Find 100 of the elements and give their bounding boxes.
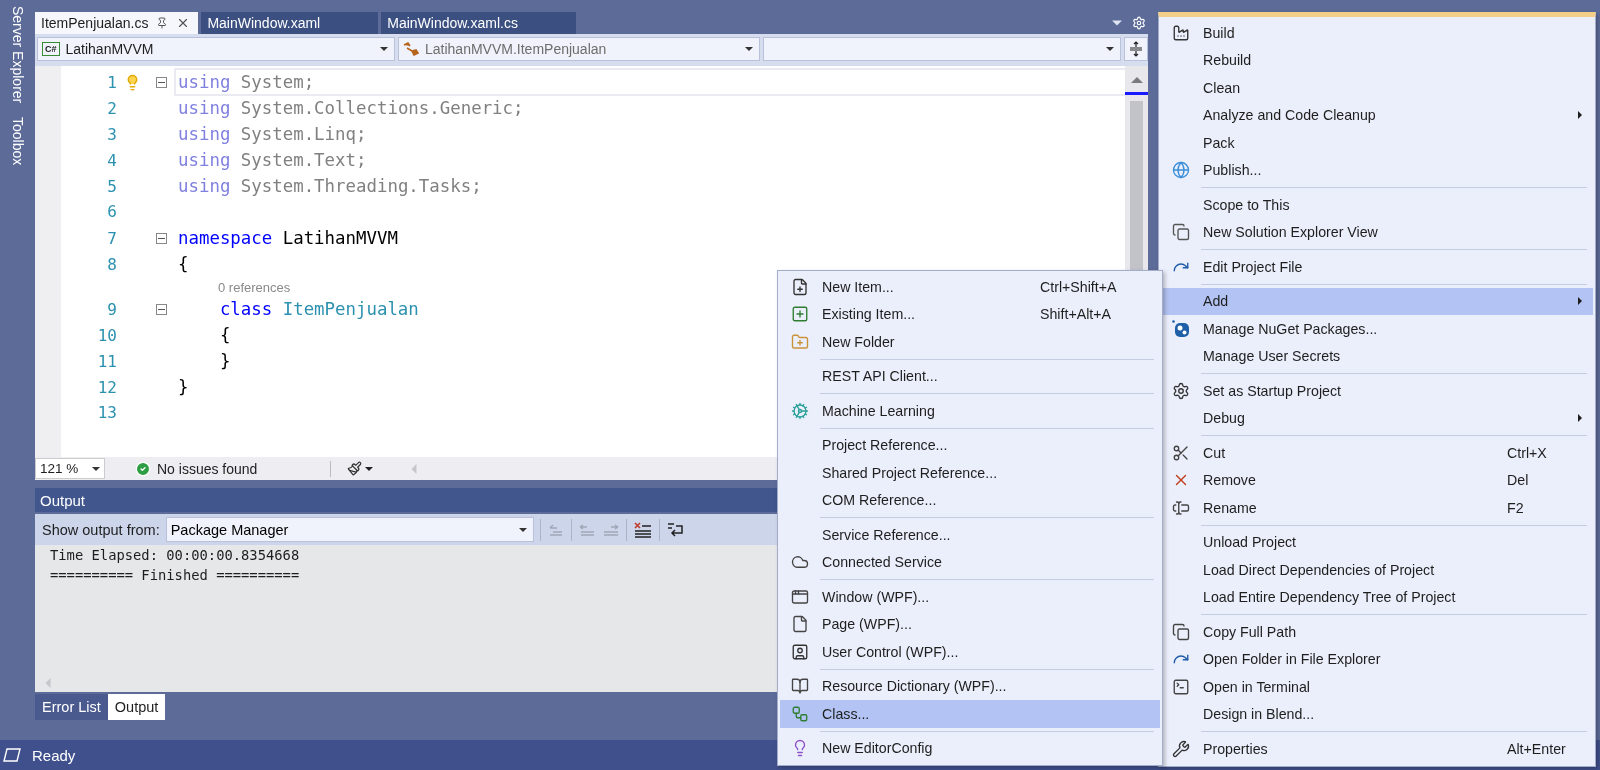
side-tab[interactable]: Toolbox [9, 117, 26, 166]
panel-title: Output [40, 491, 86, 509]
word-wrap-icon[interactable] [665, 520, 686, 539]
zoom-dropdown[interactable]: 121 % [35, 458, 105, 479]
cleanup-button[interactable] [345, 461, 375, 476]
csharp-badge: C# [42, 42, 60, 56]
menu-item[interactable]: Project Reference... [780, 431, 1160, 459]
menu-item[interactable]: Publish... [1161, 156, 1593, 184]
menu-item[interactable]: Existing Item... Shift+Alt+A [780, 300, 1160, 328]
split-button[interactable] [1124, 37, 1148, 61]
menu-item[interactable]: Pack [1161, 129, 1593, 157]
submenu-arrow-icon [1576, 297, 1584, 306]
frame-icon [2, 747, 22, 763]
menu-item[interactable]: Cut Ctrl+X [1161, 439, 1593, 467]
menu-item[interactable]: Service Reference... [780, 521, 1160, 549]
side-tab[interactable]: Server Explorer [9, 6, 26, 104]
gear-icon [1172, 381, 1190, 400]
menu-item[interactable]: Scope to This [1161, 191, 1593, 219]
file-plus-icon [791, 277, 809, 296]
folder-plus-icon [791, 332, 809, 351]
menu-item[interactable]: New Item... Ctrl+Shift+A [780, 273, 1160, 301]
menu-item[interactable]: Remove Del [1161, 466, 1593, 494]
menu-item[interactable]: Load Entire Dependency Tree of Project [1161, 583, 1593, 611]
code-line: using System.Linq; [177, 123, 367, 146]
code-line: { [177, 253, 189, 276]
caret-icon [380, 45, 388, 53]
line-number: 9 [106, 299, 117, 319]
line-number: 8 [106, 254, 117, 274]
menu-item[interactable]: Load Direct Dependencies of Project [1161, 556, 1593, 584]
menu-item[interactable]: Edit Project File [1161, 253, 1593, 281]
code-line: using System.Text; [177, 149, 367, 172]
line-number: 13 [96, 402, 117, 422]
document-tab[interactable]: MainWindow.xaml [201, 12, 379, 34]
menu-item[interactable]: New Folder [780, 328, 1160, 356]
split-icon [1129, 41, 1143, 57]
menu-item[interactable]: New EditorConfig [780, 734, 1160, 762]
menu-item[interactable]: Design in Blend... [1161, 700, 1593, 728]
code-line: } [177, 376, 189, 399]
menu-item[interactable]: Resource Dictionary (WPF)... [780, 672, 1160, 700]
line-number: 7 [106, 228, 117, 248]
menu-item[interactable]: Clean [1161, 74, 1593, 102]
caret-icon [518, 525, 527, 534]
code-line: namespace LatihanMVVM [177, 227, 398, 250]
menu-item[interactable]: Unload Project [1161, 528, 1593, 556]
menu-item[interactable]: Properties Alt+Enter [1161, 735, 1593, 763]
document-tab[interactable]: MainWindow.xaml.cs [381, 12, 576, 34]
menu-item[interactable]: Machine Learning [780, 397, 1160, 425]
dots-icon [1172, 319, 1190, 338]
type-dropdown[interactable]: LatihanMVVM.ItemPenjualan [398, 37, 760, 61]
code-line: using System.Collections.Generic; [177, 97, 524, 120]
line-number: 6 [106, 201, 117, 221]
document-tab[interactable]: ItemPenjualan.cs [35, 12, 199, 34]
workflow-icon [791, 704, 809, 723]
project-dropdown[interactable]: C# LatihanMVVM [37, 37, 395, 61]
caret-icon [1106, 45, 1114, 53]
menu-item[interactable]: REST API Client... [780, 362, 1160, 390]
output-source-dropdown[interactable]: Package Manager [165, 517, 534, 542]
menu-item[interactable]: Manage User Secrets [1161, 342, 1593, 370]
menu-item[interactable]: Class... [780, 700, 1160, 728]
issues-status[interactable]: No issues found [157, 460, 258, 477]
globe-icon [1172, 161, 1190, 180]
panel-tab[interactable]: Error List [35, 694, 108, 720]
caret-icon [92, 464, 100, 473]
copy-icon [1172, 622, 1190, 641]
menu-item[interactable]: Debug [1161, 404, 1593, 432]
book-icon [791, 677, 809, 696]
menu-item[interactable]: Copy Full Path [1161, 618, 1593, 646]
menu-item[interactable]: Add [1161, 287, 1593, 315]
codelens-text[interactable]: 0 references [218, 280, 291, 295]
menu-item[interactable]: Shared Project Reference... [780, 459, 1160, 487]
scroll-left-icon [409, 463, 419, 474]
stacked-squares-icon [1172, 223, 1190, 242]
menu-item[interactable]: New Solution Explorer View [1161, 218, 1593, 246]
menu-item[interactable]: Open in Terminal [1161, 673, 1593, 701]
menu-item[interactable]: COM Reference... [780, 486, 1160, 514]
pin-icon[interactable] [156, 17, 169, 29]
cog-icon [791, 401, 809, 420]
brush-icon [347, 461, 362, 476]
menu-item[interactable]: Page (WPF)... [780, 610, 1160, 638]
caret-icon [365, 464, 373, 473]
submenu-arrow-icon [1576, 111, 1584, 120]
menu-item[interactable]: Manage NuGet Packages... [1161, 315, 1593, 343]
panel-tab[interactable]: Output [107, 694, 166, 720]
output-line: Time Elapsed: 00:00:00.8354668 [50, 546, 300, 565]
menu-item[interactable]: Build [1161, 19, 1593, 47]
menu-item[interactable]: Analyze and Code Cleanup [1161, 101, 1593, 129]
line-number: 12 [96, 377, 117, 397]
menu-item[interactable]: Rename F2 [1161, 494, 1593, 522]
fold-toggle[interactable] [155, 76, 167, 88]
menu-item[interactable]: Connected Service [780, 548, 1160, 576]
clear-all-icon[interactable] [632, 520, 653, 539]
fold-toggle[interactable] [155, 232, 167, 244]
fold-toggle[interactable] [155, 303, 167, 315]
menu-item[interactable]: Open Folder in File Explorer [1161, 645, 1593, 673]
menu-item[interactable]: Rebuild [1161, 46, 1593, 74]
user-square-icon [791, 642, 809, 661]
menu-item[interactable]: Window (WPF)... [780, 583, 1160, 611]
menu-item[interactable]: User Control (WPF)... [780, 638, 1160, 666]
settings-icon[interactable] [1132, 16, 1146, 30]
menu-item[interactable]: Set as Startup Project [1161, 377, 1593, 405]
